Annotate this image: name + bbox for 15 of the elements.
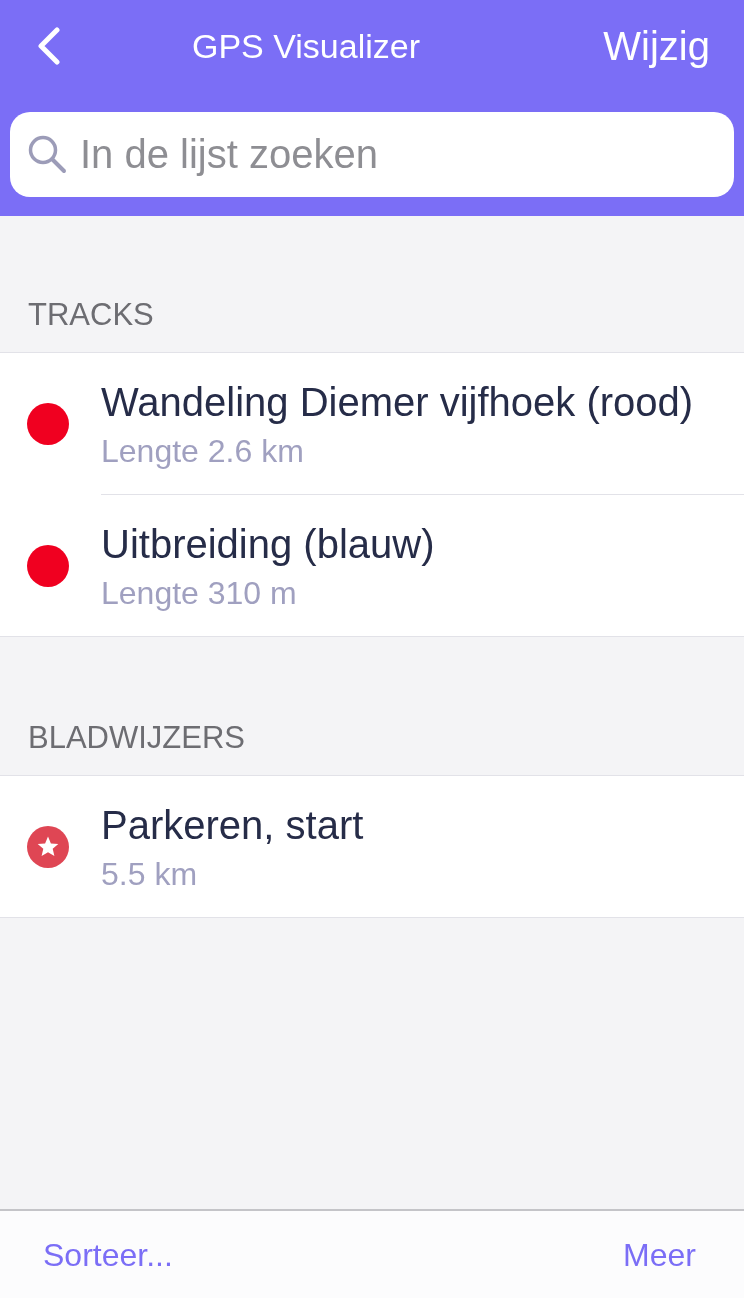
item-title: Wandeling Diemer vijfhoek (rood) bbox=[101, 378, 694, 426]
section-header: BLADWIJZERS bbox=[28, 720, 246, 756]
edit-button[interactable]: Wijzig bbox=[603, 22, 710, 70]
back-chevron-icon bbox=[35, 27, 61, 65]
item-title: Uitbreiding (blauw) bbox=[101, 520, 435, 568]
more-button[interactable]: Meer bbox=[623, 1235, 696, 1274]
item-subtitle: 5.5 km bbox=[101, 854, 199, 893]
item-subtitle: Lengte 310 m bbox=[101, 573, 298, 612]
section-header: TRACKS bbox=[28, 297, 154, 333]
search-icon bbox=[27, 134, 67, 174]
search-field[interactable]: In de lijst zoeken bbox=[10, 112, 734, 197]
screen-title: GPS Visualizer bbox=[192, 26, 421, 67]
item-subtitle: Lengte 2.6 km bbox=[101, 431, 305, 470]
item-title: Parkeren, start bbox=[101, 801, 364, 849]
sort-button[interactable]: Sorteer... bbox=[43, 1235, 173, 1274]
